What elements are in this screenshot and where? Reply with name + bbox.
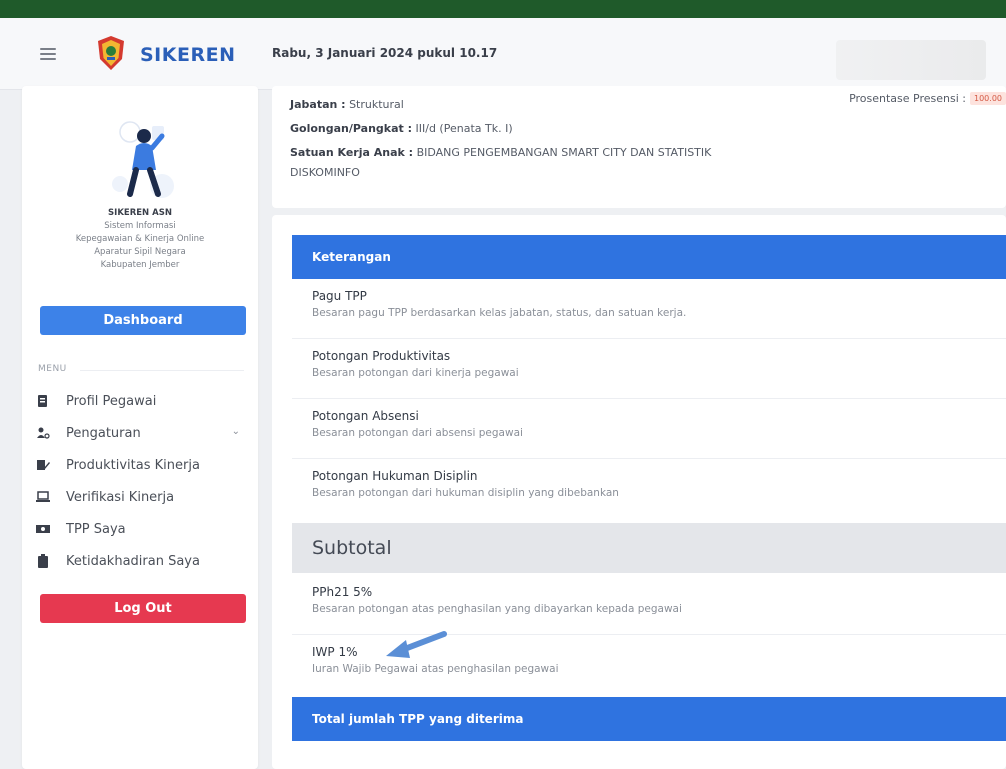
subtotal-row: Subtotal [292, 523, 1006, 573]
app-header: SIKEREN Rabu, 3 Januari 2024 pukul 10.17 [0, 18, 1006, 90]
list-item: PPh21 5% Besaran potongan atas penghasil… [292, 575, 1006, 635]
profile-card: Jabatan : Struktural Golongan/Pangkat : … [272, 86, 1006, 208]
satuan-kerja-line: Satuan Kerja Anak : BIDANG PENGEMBANGAN … [290, 146, 712, 159]
sidebar-item-label: Verifikasi Kinerja [66, 489, 175, 505]
row-desc: Besaran potongan atas penghasilan yang d… [312, 603, 682, 615]
sidebar-item-label: Pengaturan [66, 425, 141, 441]
list-item: Potongan Produktivitas Besaran potongan … [292, 339, 1006, 399]
laptop-check-icon [36, 491, 50, 502]
list-item: Pagu TPP Besaran pagu TPP berdasarkan ke… [292, 279, 1006, 339]
tpp-detail-card: Keterangan Pagu TPP Besaran pagu TPP ber… [272, 215, 1006, 769]
sidebar-item-produktivitas-kinerja[interactable]: Produktivitas Kinerja [36, 454, 246, 476]
row-desc: Iuran Wajib Pegawai atas penghasilan peg… [312, 663, 559, 675]
current-datetime: Rabu, 3 Januari 2024 pukul 10.17 [272, 46, 498, 60]
sidebar-item-profil-pegawai[interactable]: Profil Pegawai [36, 390, 246, 412]
row-desc: Besaran potongan dari absensi pegawai [312, 427, 523, 439]
sidebar-item-label: Ketidakhadiran Saya [66, 553, 200, 569]
sidebar-item-pengaturan[interactable]: Pengaturan ⌄ [36, 422, 246, 444]
app-name-label: SIKEREN ASN [108, 208, 172, 218]
logout-button[interactable]: Log Out [40, 594, 246, 623]
sidebar-item-label: TPP Saya [66, 521, 126, 537]
user-illustration-icon [112, 121, 174, 198]
total-tpp-header: Total jumlah TPP yang diterima [292, 697, 1006, 741]
row-title: Potongan Produktivitas [312, 349, 451, 363]
sidebar-item-tpp-saya[interactable]: TPP Saya [36, 518, 246, 540]
list-item: Potongan Hukuman Disiplin Besaran potong… [292, 459, 1006, 523]
sidebar-item-label: Produktivitas Kinerja [66, 457, 200, 473]
row-title: Potongan Hukuman Disiplin [312, 469, 478, 483]
jember-logo-icon [98, 36, 124, 70]
sidebar: SIKEREN ASN Sistem Informasi Kepegawaian… [22, 86, 258, 769]
user-info-blurred [836, 40, 986, 80]
golongan-line: Golongan/Pangkat : III/d (Penata Tk. I) [290, 122, 513, 135]
menu-section-title: MENU [38, 364, 67, 374]
keterangan-header: Keterangan [292, 235, 1006, 279]
presensi-badge: 100.00 [970, 92, 1006, 105]
row-title: Potongan Absensi [312, 409, 419, 423]
row-title: PPh21 5% [312, 585, 373, 599]
row-desc: Besaran potongan dari hukuman disiplin y… [312, 487, 619, 499]
presensi-info: Prosentase Presensi :100.00 [849, 92, 1006, 105]
app-description: Sistem Informasi Kepegawaian & Kinerja O… [75, 221, 205, 270]
dashboard-button[interactable]: Dashboard [40, 306, 246, 335]
chevron-down-icon[interactable]: ⌄ [232, 426, 240, 437]
clipboard-icon [38, 554, 48, 568]
money-icon [36, 525, 50, 533]
id-card-icon [38, 395, 47, 407]
hamburger-menu-icon[interactable] [40, 48, 56, 60]
edit-icon [37, 460, 50, 470]
sidebar-item-label: Profil Pegawai [66, 393, 157, 409]
brand-title[interactable]: SIKEREN [140, 44, 235, 66]
row-title: Pagu TPP [312, 289, 367, 303]
satuan-kerja-line-2: DISKOMINFO [290, 166, 360, 179]
annotation-arrow-icon [386, 631, 447, 658]
users-cog-icon [37, 427, 50, 439]
menu-divider [80, 370, 244, 371]
top-green-bar [0, 0, 1006, 18]
sidebar-item-ketidakhadiran-saya[interactable]: Ketidakhadiran Saya [36, 550, 246, 572]
row-desc: Besaran potongan dari kinerja pegawai [312, 367, 519, 379]
sidebar-item-verifikasi-kinerja[interactable]: Verifikasi Kinerja [36, 486, 246, 508]
jabatan-line: Jabatan : Struktural [290, 98, 404, 111]
row-desc: Besaran pagu TPP berdasarkan kelas jabat… [312, 307, 687, 319]
list-item: Potongan Absensi Besaran potongan dari a… [292, 399, 1006, 459]
